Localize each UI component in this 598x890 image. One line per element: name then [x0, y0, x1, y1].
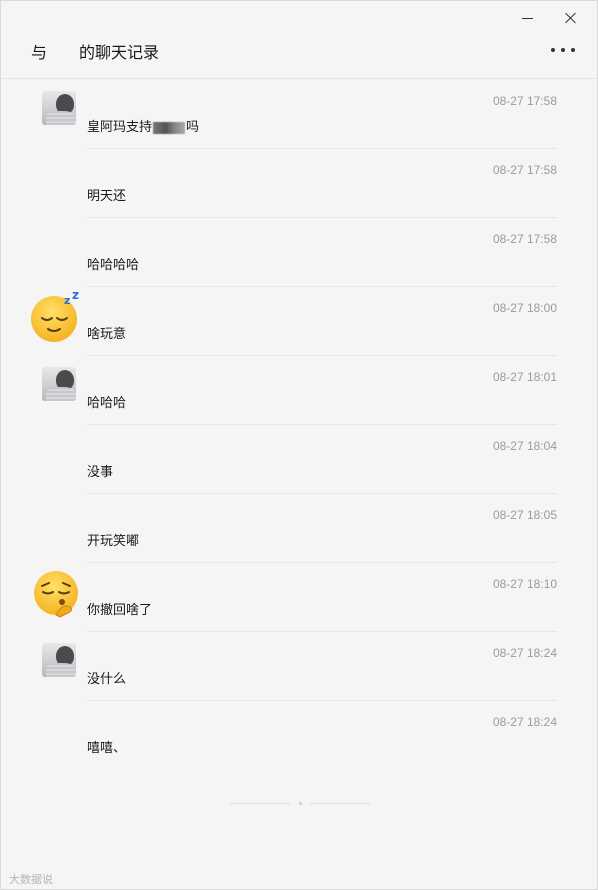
window-controls — [509, 5, 589, 31]
list-item[interactable]: 08-27 18:10 你撤回啥了 — [1, 563, 597, 632]
list-item[interactable]: 08-27 18:24 没什么 — [1, 632, 597, 701]
close-icon[interactable] — [553, 5, 589, 31]
message-time: 08-27 18:05 — [492, 508, 557, 522]
avatar[interactable] — [42, 367, 76, 401]
avatar[interactable] — [42, 91, 76, 125]
minimize-icon[interactable] — [509, 5, 545, 31]
list-item[interactable]: z z 08-27 18:00 啥玩意 — [1, 287, 597, 356]
svg-text:z: z — [72, 291, 79, 302]
more-dots-icon[interactable] — [551, 41, 575, 59]
list-item[interactable]: 08-27 18:24 嘻嘻、 — [1, 701, 597, 770]
message-text: 没事 — [87, 465, 114, 480]
message-time: 08-27 18:00 — [492, 301, 557, 315]
list-item[interactable]: 08-27 18:04 没事 — [1, 425, 597, 494]
message-time: 08-27 17:58 — [492, 163, 557, 177]
end-of-history-divider — [230, 801, 370, 805]
message-time: 08-27 18:10 — [492, 577, 557, 591]
message-time: 08-27 17:58 — [492, 232, 557, 246]
chat-history-window: 与 的聊天记录 08-27 17:58 皇阿玛支持吗 08-27 17:58 明… — [0, 0, 598, 890]
avatar[interactable] — [42, 643, 76, 677]
message-text: 啥玩意 — [87, 327, 127, 342]
thinking-emoji-avatar[interactable] — [32, 569, 84, 621]
message-text: 嘻嘻、 — [87, 741, 127, 756]
message-time: 08-27 17:58 — [492, 94, 557, 108]
title-suffix: 的聊天记录 — [79, 43, 160, 62]
list-item[interactable]: 08-27 18:01 哈哈哈 — [1, 356, 597, 425]
message-text: 明天还 — [87, 189, 127, 204]
message-time: 08-27 18:24 — [492, 715, 557, 729]
list-item[interactable]: 08-27 17:58 明天还 — [1, 149, 597, 218]
message-text: 没什么 — [87, 672, 127, 687]
message-list[interactable]: 08-27 17:58 皇阿玛支持吗 08-27 17:58 明天还 08-27… — [1, 80, 597, 770]
message-text: 开玩笑嘟 — [87, 534, 140, 549]
message-text: 哈哈哈 — [87, 396, 127, 411]
header: 与 的聊天记录 — [1, 1, 597, 79]
message-time: 08-27 18:01 — [492, 370, 557, 384]
message-time: 08-27 18:24 — [492, 646, 557, 660]
message-text: 皇阿玛支持吗 — [87, 120, 200, 135]
list-item[interactable]: 08-27 17:58 哈哈哈哈 — [1, 218, 597, 287]
list-item[interactable]: 08-27 17:58 皇阿玛支持吗 — [1, 80, 597, 149]
page-title: 与 的聊天记录 — [31, 39, 159, 63]
svg-text:z: z — [64, 294, 70, 307]
title-prefix: 与 — [31, 43, 48, 62]
sleepy-emoji-avatar[interactable]: z z — [30, 291, 82, 343]
message-text: 你撤回啥了 — [87, 603, 153, 618]
watermark: 大数据说 — [9, 873, 53, 886]
list-item[interactable]: 08-27 18:05 开玩笑嘟 — [1, 494, 597, 563]
message-time: 08-27 18:04 — [492, 439, 557, 453]
redacted-blur — [153, 121, 186, 134]
message-text: 哈哈哈哈 — [87, 258, 140, 273]
